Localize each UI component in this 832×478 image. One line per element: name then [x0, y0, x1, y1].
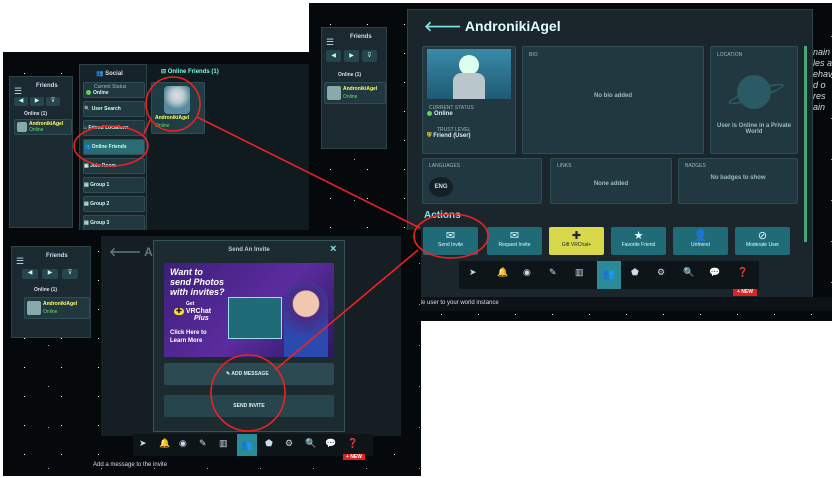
highlight-online-friends — [73, 125, 149, 167]
highlight-send-invite-dialog — [210, 354, 286, 432]
connector-menu-to-card — [143, 119, 151, 135]
highlight-friend-card — [145, 76, 201, 132]
connector-card-to-invite — [196, 116, 421, 229]
annotation-overlay — [73, 76, 489, 432]
highlight-send-invite-top — [413, 213, 489, 259]
connector-invite-to-dialog — [274, 249, 419, 371]
